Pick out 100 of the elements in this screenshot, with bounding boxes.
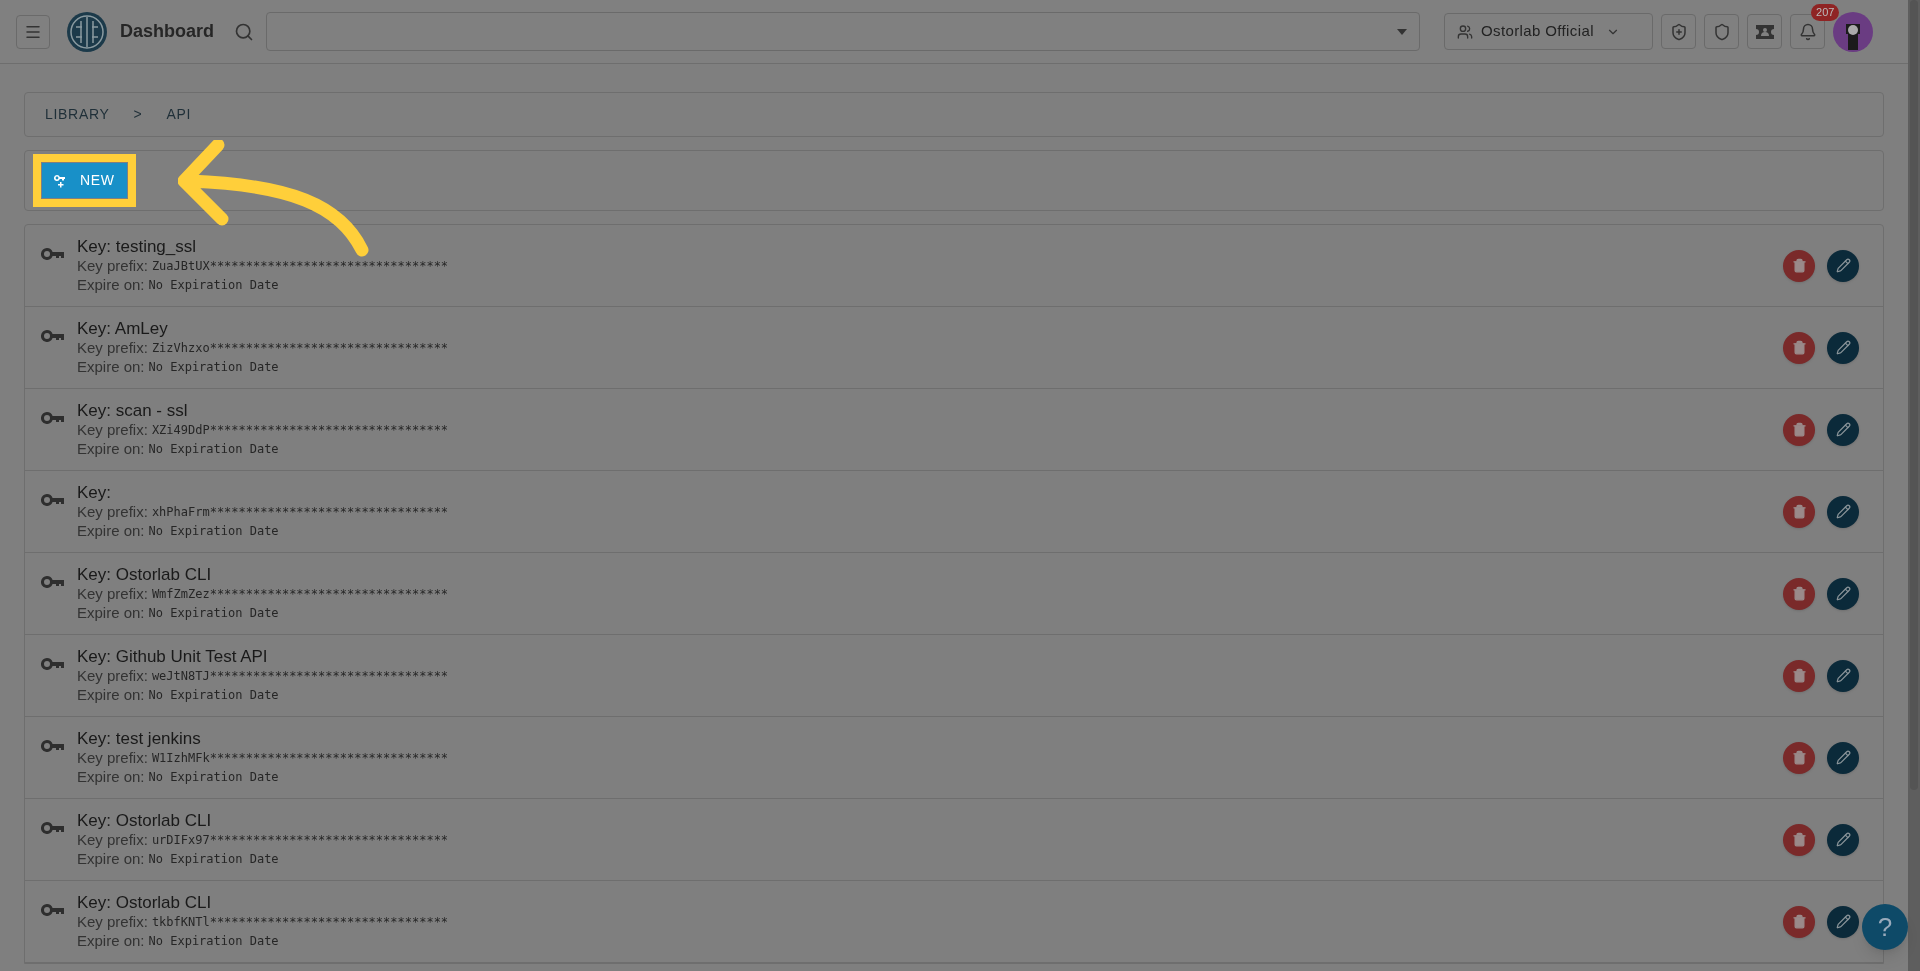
key-icon [41,739,65,752]
delete-button[interactable] [1783,741,1815,774]
prefix-label: Key prefix: [77,421,148,441]
notification-badge: 207 [1811,4,1840,21]
key-icon [41,821,65,834]
key-title: Key: scan - ssl [77,400,189,422]
key-title: Key: testing_ssl [77,236,198,258]
expire-label: Expire on: [77,440,145,459]
expire-label: Expire on: [77,522,145,541]
expire-date: No Expiration Date [148,852,279,867]
prefix-label: Key prefix: [77,831,148,851]
shield-plus-button[interactable] [1661,14,1697,49]
key-prefix: xhPhaFrm********************************* [151,505,449,521]
trash-icon [1791,668,1807,683]
trash-icon [1791,504,1807,519]
key-title: Key: [77,482,113,504]
expire-date: No Expiration Date [148,688,279,703]
edit-button[interactable] [1827,577,1859,610]
organization-selector[interactable]: Ostorlab Official [1444,13,1654,50]
help-button[interactable]: ? [1862,904,1908,950]
expire-label: Expire on: [77,850,145,869]
key-prefix: WmfZmZez********************************* [151,587,449,603]
key-prefix: tkbfKNTl********************************* [151,915,449,931]
key-title: Key: Github Unit Test API [77,646,269,668]
pencil-icon [1835,750,1851,765]
key-prefix: W1IzhMFk********************************* [151,751,449,767]
trash-icon [1791,750,1807,765]
menu-button[interactable] [16,14,50,49]
delete-button[interactable] [1783,577,1815,610]
pencil-icon [1835,258,1851,273]
prefix-label: Key prefix: [77,257,148,277]
key-plus-icon [54,173,68,188]
delete-button[interactable] [1783,905,1815,938]
edit-button[interactable] [1827,741,1859,774]
breadcrumb-item[interactable]: API [166,104,192,125]
edit-button[interactable] [1827,823,1859,856]
edit-button[interactable] [1827,413,1859,446]
pencil-icon [1835,422,1851,437]
pencil-icon [1835,586,1851,601]
pencil-icon [1835,914,1851,929]
expire-date: No Expiration Date [148,934,279,949]
expire-date: No Expiration Date [148,360,279,375]
prefix-label: Key prefix: [77,667,148,687]
expire-date: No Expiration Date [148,770,279,785]
pencil-icon [1835,832,1851,847]
delete-button[interactable] [1783,331,1815,364]
key-title: Key: test jenkins [77,728,202,750]
delete-button[interactable] [1783,823,1815,856]
trash-icon [1791,586,1807,601]
key-prefix: ZuaJBtUX********************************* [151,259,449,275]
delete-button[interactable] [1783,659,1815,692]
pencil-icon [1835,340,1851,355]
edit-button[interactable] [1827,659,1859,692]
key-icon [41,247,65,260]
edit-button[interactable] [1827,249,1859,282]
edit-button[interactable] [1827,905,1859,938]
key-icon [41,329,65,342]
edit-button[interactable] [1827,331,1859,364]
edit-button[interactable] [1827,495,1859,528]
bell-icon [1798,22,1817,41]
delete-button[interactable] [1783,413,1815,446]
delete-button[interactable] [1783,249,1815,282]
shield-button[interactable] [1704,14,1740,49]
page-title: Dashboard [120,20,215,43]
expire-date: No Expiration Date [148,442,279,457]
trash-icon [1791,422,1807,437]
key-prefix: weJtN8TJ********************************* [151,669,449,685]
expire-label: Expire on: [77,932,145,951]
expire-date: No Expiration Date [148,606,279,621]
prefix-label: Key prefix: [77,913,148,933]
pencil-icon [1835,668,1851,683]
key-icon [41,657,65,670]
prefix-label: Key prefix: [77,339,148,359]
trash-icon [1791,340,1807,355]
trash-icon [1791,914,1807,929]
search-field[interactable] [266,12,1421,51]
breadcrumb-item[interactable]: LIBRARY [45,104,110,125]
key-icon [41,903,65,916]
key-title: Key: Ostorlab CLI [77,892,213,914]
expire-date: No Expiration Date [148,524,279,539]
trash-icon [1791,832,1807,847]
delete-button[interactable] [1783,495,1815,528]
prefix-label: Key prefix: [77,585,148,605]
new-key-button[interactable]: NEW [42,163,127,198]
ticket-icon [1755,24,1774,39]
expire-label: Expire on: [77,358,145,377]
shield-icon [1712,22,1731,41]
user-avatar[interactable] [1833,11,1874,52]
search-icon [234,21,255,42]
key-title: Key: AmLey [77,318,169,340]
dropdown-caret-icon [1397,28,1408,35]
logo-icon [66,10,108,53]
ticket-button[interactable] [1747,14,1783,49]
key-title: Key: Ostorlab CLI [77,810,213,832]
key-prefix: ZizVhzxo********************************* [151,341,449,357]
key-icon [41,493,65,506]
key-title: Key: Ostorlab CLI [77,564,213,586]
prefix-label: Key prefix: [77,503,148,523]
key-prefix: XZi49DdP********************************* [151,423,449,439]
expire-label: Expire on: [77,604,145,623]
